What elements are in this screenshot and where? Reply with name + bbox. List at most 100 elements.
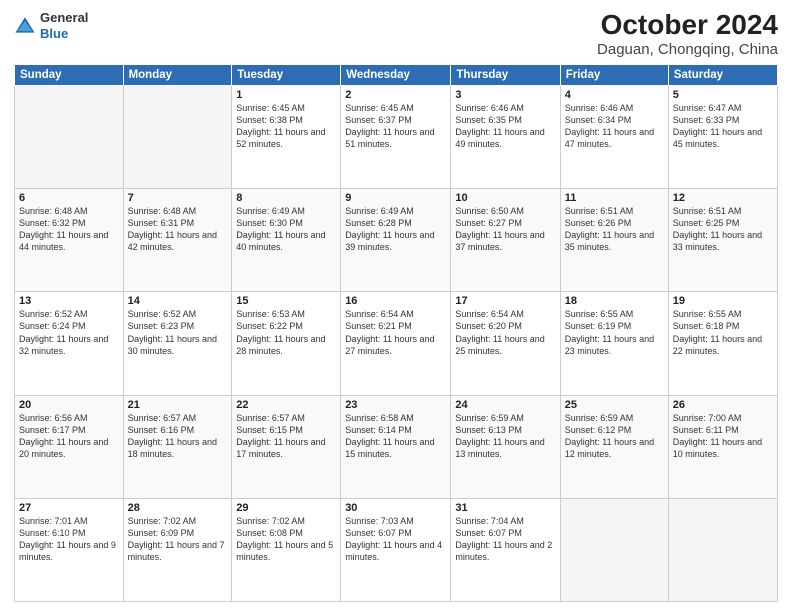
cell-info: Sunrise: 7:00 AM Sunset: 6:11 PM Dayligh… bbox=[673, 412, 773, 461]
day-number: 17 bbox=[455, 295, 555, 307]
calendar-cell: 3Sunrise: 6:46 AM Sunset: 6:35 PM Daylig… bbox=[451, 85, 560, 188]
day-number: 4 bbox=[565, 89, 664, 101]
header-wednesday: Wednesday bbox=[341, 64, 451, 85]
header-saturday: Saturday bbox=[668, 64, 777, 85]
cell-info: Sunrise: 6:53 AM Sunset: 6:22 PM Dayligh… bbox=[236, 308, 336, 357]
calendar-cell: 26Sunrise: 7:00 AM Sunset: 6:11 PM Dayli… bbox=[668, 395, 777, 498]
calendar-week-2: 13Sunrise: 6:52 AM Sunset: 6:24 PM Dayli… bbox=[15, 292, 778, 395]
calendar-cell: 15Sunrise: 6:53 AM Sunset: 6:22 PM Dayli… bbox=[232, 292, 341, 395]
logo-blue: Blue bbox=[40, 26, 68, 41]
day-number: 10 bbox=[455, 192, 555, 204]
cell-info: Sunrise: 6:45 AM Sunset: 6:37 PM Dayligh… bbox=[345, 102, 446, 151]
day-number: 14 bbox=[128, 295, 228, 307]
calendar-subtitle: Daguan, Chongqing, China bbox=[597, 41, 778, 58]
cell-info: Sunrise: 6:58 AM Sunset: 6:14 PM Dayligh… bbox=[345, 412, 446, 461]
header-row: Sunday Monday Tuesday Wednesday Thursday… bbox=[15, 64, 778, 85]
day-number: 26 bbox=[673, 399, 773, 411]
header: General Blue October 2024 Daguan, Chongq… bbox=[14, 10, 778, 58]
calendar-cell: 18Sunrise: 6:55 AM Sunset: 6:19 PM Dayli… bbox=[560, 292, 668, 395]
day-number: 9 bbox=[345, 192, 446, 204]
logo: General Blue bbox=[14, 10, 88, 41]
calendar-cell: 4Sunrise: 6:46 AM Sunset: 6:34 PM Daylig… bbox=[560, 85, 668, 188]
logo-text: General Blue bbox=[40, 10, 88, 41]
calendar-cell: 28Sunrise: 7:02 AM Sunset: 6:09 PM Dayli… bbox=[123, 498, 232, 601]
calendar-cell: 1Sunrise: 6:45 AM Sunset: 6:38 PM Daylig… bbox=[232, 85, 341, 188]
cell-info: Sunrise: 7:01 AM Sunset: 6:10 PM Dayligh… bbox=[19, 515, 119, 564]
day-number: 2 bbox=[345, 89, 446, 101]
cell-info: Sunrise: 6:54 AM Sunset: 6:20 PM Dayligh… bbox=[455, 308, 555, 357]
day-number: 7 bbox=[128, 192, 228, 204]
calendar-cell: 16Sunrise: 6:54 AM Sunset: 6:21 PM Dayli… bbox=[341, 292, 451, 395]
calendar-cell: 9Sunrise: 6:49 AM Sunset: 6:28 PM Daylig… bbox=[341, 189, 451, 292]
calendar-week-0: 1Sunrise: 6:45 AM Sunset: 6:38 PM Daylig… bbox=[15, 85, 778, 188]
day-number: 13 bbox=[19, 295, 119, 307]
cell-info: Sunrise: 7:02 AM Sunset: 6:09 PM Dayligh… bbox=[128, 515, 228, 564]
cell-info: Sunrise: 6:55 AM Sunset: 6:18 PM Dayligh… bbox=[673, 308, 773, 357]
cell-info: Sunrise: 6:51 AM Sunset: 6:26 PM Dayligh… bbox=[565, 205, 664, 254]
calendar-week-4: 27Sunrise: 7:01 AM Sunset: 6:10 PM Dayli… bbox=[15, 498, 778, 601]
cell-info: Sunrise: 6:52 AM Sunset: 6:24 PM Dayligh… bbox=[19, 308, 119, 357]
cell-info: Sunrise: 6:47 AM Sunset: 6:33 PM Dayligh… bbox=[673, 102, 773, 151]
cell-info: Sunrise: 6:52 AM Sunset: 6:23 PM Dayligh… bbox=[128, 308, 228, 357]
day-number: 8 bbox=[236, 192, 336, 204]
day-number: 29 bbox=[236, 502, 336, 514]
calendar-cell: 19Sunrise: 6:55 AM Sunset: 6:18 PM Dayli… bbox=[668, 292, 777, 395]
calendar-cell: 20Sunrise: 6:56 AM Sunset: 6:17 PM Dayli… bbox=[15, 395, 124, 498]
cell-info: Sunrise: 6:55 AM Sunset: 6:19 PM Dayligh… bbox=[565, 308, 664, 357]
calendar-cell: 31Sunrise: 7:04 AM Sunset: 6:07 PM Dayli… bbox=[451, 498, 560, 601]
calendar-cell: 17Sunrise: 6:54 AM Sunset: 6:20 PM Dayli… bbox=[451, 292, 560, 395]
day-number: 5 bbox=[673, 89, 773, 101]
day-number: 12 bbox=[673, 192, 773, 204]
cell-info: Sunrise: 6:59 AM Sunset: 6:12 PM Dayligh… bbox=[565, 412, 664, 461]
calendar-cell bbox=[15, 85, 124, 188]
header-thursday: Thursday bbox=[451, 64, 560, 85]
day-number: 19 bbox=[673, 295, 773, 307]
title-block: October 2024 Daguan, Chongqing, China bbox=[597, 10, 778, 58]
day-number: 3 bbox=[455, 89, 555, 101]
cell-info: Sunrise: 7:02 AM Sunset: 6:08 PM Dayligh… bbox=[236, 515, 336, 564]
header-monday: Monday bbox=[123, 64, 232, 85]
calendar-cell: 23Sunrise: 6:58 AM Sunset: 6:14 PM Dayli… bbox=[341, 395, 451, 498]
calendar-title: October 2024 bbox=[597, 10, 778, 41]
calendar-cell bbox=[560, 498, 668, 601]
calendar-cell: 29Sunrise: 7:02 AM Sunset: 6:08 PM Dayli… bbox=[232, 498, 341, 601]
day-number: 6 bbox=[19, 192, 119, 204]
calendar-cell: 11Sunrise: 6:51 AM Sunset: 6:26 PM Dayli… bbox=[560, 189, 668, 292]
day-number: 1 bbox=[236, 89, 336, 101]
calendar-table: Sunday Monday Tuesday Wednesday Thursday… bbox=[14, 64, 778, 602]
calendar-cell: 8Sunrise: 6:49 AM Sunset: 6:30 PM Daylig… bbox=[232, 189, 341, 292]
day-number: 27 bbox=[19, 502, 119, 514]
day-number: 15 bbox=[236, 295, 336, 307]
day-number: 24 bbox=[455, 399, 555, 411]
cell-info: Sunrise: 6:49 AM Sunset: 6:30 PM Dayligh… bbox=[236, 205, 336, 254]
day-number: 31 bbox=[455, 502, 555, 514]
calendar-cell: 24Sunrise: 6:59 AM Sunset: 6:13 PM Dayli… bbox=[451, 395, 560, 498]
calendar-cell bbox=[668, 498, 777, 601]
header-sunday: Sunday bbox=[15, 64, 124, 85]
day-number: 22 bbox=[236, 399, 336, 411]
cell-info: Sunrise: 6:57 AM Sunset: 6:16 PM Dayligh… bbox=[128, 412, 228, 461]
cell-info: Sunrise: 6:50 AM Sunset: 6:27 PM Dayligh… bbox=[455, 205, 555, 254]
cell-info: Sunrise: 6:54 AM Sunset: 6:21 PM Dayligh… bbox=[345, 308, 446, 357]
calendar-cell: 14Sunrise: 6:52 AM Sunset: 6:23 PM Dayli… bbox=[123, 292, 232, 395]
calendar-week-3: 20Sunrise: 6:56 AM Sunset: 6:17 PM Dayli… bbox=[15, 395, 778, 498]
calendar-cell: 6Sunrise: 6:48 AM Sunset: 6:32 PM Daylig… bbox=[15, 189, 124, 292]
day-number: 20 bbox=[19, 399, 119, 411]
day-number: 23 bbox=[345, 399, 446, 411]
cell-info: Sunrise: 6:51 AM Sunset: 6:25 PM Dayligh… bbox=[673, 205, 773, 254]
calendar-week-1: 6Sunrise: 6:48 AM Sunset: 6:32 PM Daylig… bbox=[15, 189, 778, 292]
day-number: 21 bbox=[128, 399, 228, 411]
day-number: 30 bbox=[345, 502, 446, 514]
header-tuesday: Tuesday bbox=[232, 64, 341, 85]
day-number: 18 bbox=[565, 295, 664, 307]
cell-info: Sunrise: 6:59 AM Sunset: 6:13 PM Dayligh… bbox=[455, 412, 555, 461]
calendar-cell: 22Sunrise: 6:57 AM Sunset: 6:15 PM Dayli… bbox=[232, 395, 341, 498]
cell-info: Sunrise: 7:04 AM Sunset: 6:07 PM Dayligh… bbox=[455, 515, 555, 564]
calendar-cell: 30Sunrise: 7:03 AM Sunset: 6:07 PM Dayli… bbox=[341, 498, 451, 601]
cell-info: Sunrise: 6:57 AM Sunset: 6:15 PM Dayligh… bbox=[236, 412, 336, 461]
calendar-cell: 10Sunrise: 6:50 AM Sunset: 6:27 PM Dayli… bbox=[451, 189, 560, 292]
day-number: 11 bbox=[565, 192, 664, 204]
calendar-cell: 25Sunrise: 6:59 AM Sunset: 6:12 PM Dayli… bbox=[560, 395, 668, 498]
logo-icon bbox=[14, 15, 36, 37]
cell-info: Sunrise: 6:48 AM Sunset: 6:32 PM Dayligh… bbox=[19, 205, 119, 254]
